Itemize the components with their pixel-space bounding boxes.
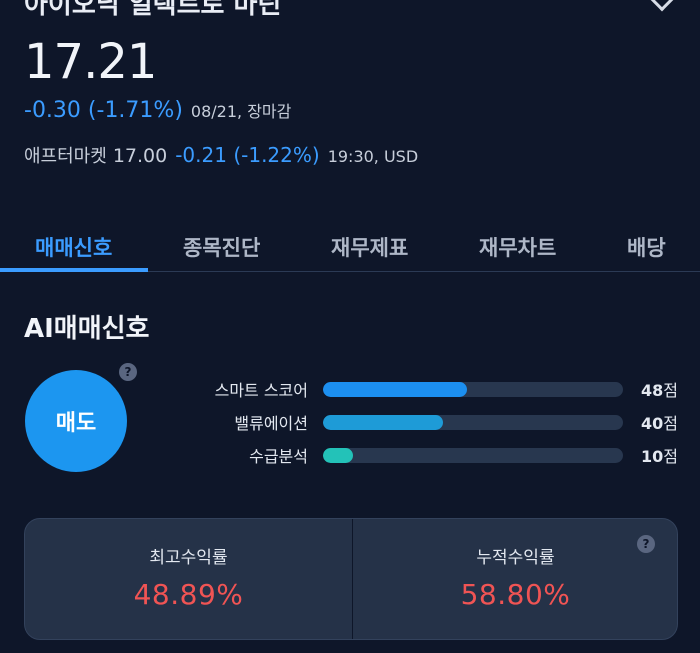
score-bar-track: [323, 415, 623, 430]
score-name: 스마트 스코어: [214, 381, 308, 400]
question-circle-icon[interactable]: ?: [637, 535, 655, 553]
chevron-down-icon[interactable]: [650, 0, 674, 12]
score-row-supply-demand: 수급분석 10점: [0, 443, 700, 467]
score-name: 수급분석: [249, 447, 308, 466]
returns-card: 최고수익률 48.89% 누적수익률 58.80% ?: [24, 518, 678, 640]
max-return: 최고수익률 48.89%: [25, 519, 352, 639]
price-change: -0.30 (-1.71%): [24, 98, 183, 123]
after-market-row: 애프터마켓 17.00 -0.21 (-1.22%) 19:30, USD: [24, 142, 418, 168]
tab-dividend[interactable]: 배당: [627, 232, 666, 262]
score-name: 밸류에이션: [234, 414, 308, 433]
cumulative-return: 누적수익률 58.80%: [352, 519, 679, 639]
after-market-change: -0.21 (-1.22%): [175, 143, 320, 167]
after-market-label: 애프터마켓: [24, 146, 107, 167]
section-title: AI매매신호: [24, 314, 150, 344]
score-bar-fill: [323, 382, 467, 397]
active-tab-indicator: [0, 268, 148, 272]
tab-trading-signal[interactable]: 매매신호: [35, 232, 112, 262]
max-return-label: 최고수익률: [149, 548, 228, 568]
score-row-smart: 스마트 스코어 48점: [0, 377, 700, 401]
score-bar-fill: [323, 415, 443, 430]
tab-bar: 매매신호 종목진단 재무제표 재무차트 배당: [0, 222, 700, 272]
stock-name: 아이오닉 일렉트로 마틴: [24, 0, 282, 20]
price-change-row: -0.30 (-1.71%) 08/21, 장마감: [24, 98, 291, 123]
cumulative-return-label: 누적수익률: [476, 548, 555, 568]
market-status: 08/21, 장마감: [190, 102, 292, 121]
score-value: 48점: [641, 381, 678, 400]
score-bar-fill: [323, 448, 353, 463]
score-row-valuation: 밸류에이션 40점: [0, 410, 700, 434]
current-price: 17.21: [24, 34, 157, 90]
tab-financial-statements[interactable]: 재무제표: [331, 232, 408, 262]
after-market-time: 19:30, USD: [327, 147, 419, 166]
score-value: 40점: [641, 414, 678, 433]
score-value: 10점: [641, 447, 678, 466]
stock-detail-screen: 아이오닉 일렉트로 마틴 17.21 -0.30 (-1.71%) 08/21,…: [0, 0, 700, 653]
max-return-value: 48.89%: [133, 578, 244, 611]
tab-financial-chart[interactable]: 재무차트: [479, 232, 556, 262]
tab-stock-diagnosis[interactable]: 종목진단: [183, 232, 260, 262]
score-bar-track: [323, 448, 623, 463]
score-bar-track: [323, 382, 623, 397]
after-market-price: 17.00: [112, 145, 168, 167]
cumulative-return-value: 58.80%: [460, 578, 571, 611]
